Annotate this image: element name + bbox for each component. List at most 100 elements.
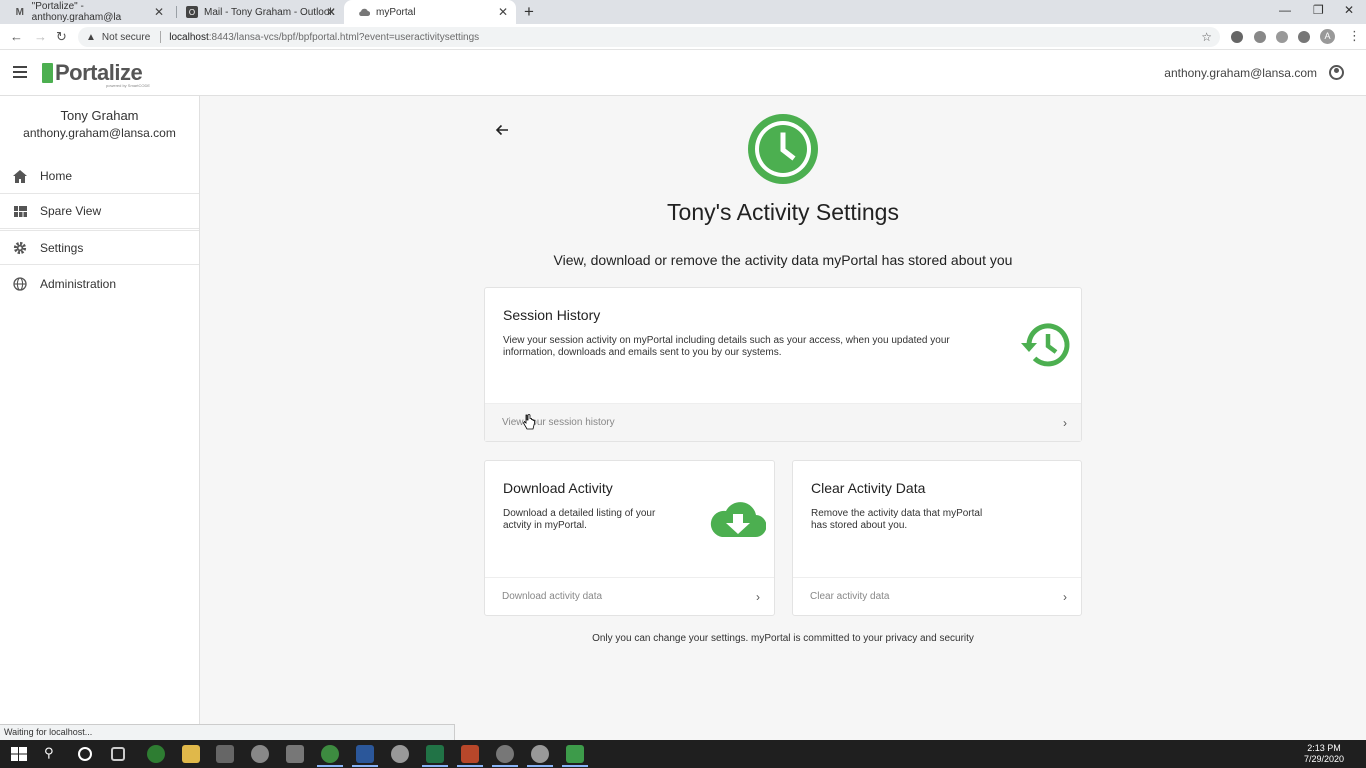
system-clock[interactable]: 2:13 PM 7/29/2020 bbox=[1304, 743, 1344, 765]
edge-icon[interactable] bbox=[147, 745, 165, 763]
header-user-email: anthony.graham@lansa.com bbox=[1164, 66, 1317, 80]
chevron-right-icon: › bbox=[756, 590, 760, 604]
chevron-right-icon: › bbox=[1063, 416, 1067, 430]
security-label: Not secure bbox=[101, 31, 151, 43]
gear-icon bbox=[12, 240, 28, 256]
sidebar-user-email: anthony.graham@lansa.com bbox=[23, 126, 176, 140]
extension-icon[interactable] bbox=[1231, 31, 1243, 43]
close-icon[interactable]: ✕ bbox=[326, 5, 336, 19]
word-icon[interactable] bbox=[352, 745, 378, 767]
status-bubble: Waiting for localhost... bbox=[0, 724, 455, 740]
app-header: Portalize powered by SmartCODE anthony.g… bbox=[0, 50, 1366, 96]
extension-icon[interactable] bbox=[1254, 31, 1266, 43]
download-activity-link[interactable]: Download activity data › bbox=[485, 577, 774, 615]
globe-icon bbox=[12, 276, 28, 292]
browser-toolbar: ← → ↻ ▲ Not secure localhost :8443/lansa… bbox=[0, 24, 1366, 50]
view-session-history-link[interactable]: View your session history › bbox=[485, 403, 1081, 441]
warning-icon: ▲ bbox=[86, 31, 96, 43]
app-icon[interactable] bbox=[391, 745, 409, 763]
card-description: Remove the activity data that myPortal h… bbox=[811, 508, 983, 531]
gmail-icon: M bbox=[15, 6, 24, 18]
window-close-button[interactable]: ✕ bbox=[1344, 3, 1354, 17]
chevron-right-icon: › bbox=[1063, 590, 1067, 604]
app-icon[interactable] bbox=[251, 745, 269, 763]
clear-activity-card: Clear Activity Data Remove the activity … bbox=[792, 460, 1082, 616]
logo-tagline: powered by SmartCODE bbox=[106, 83, 151, 88]
back-arrow-icon[interactable] bbox=[493, 121, 511, 139]
extension-icon[interactable] bbox=[1276, 31, 1288, 43]
store-icon[interactable] bbox=[216, 745, 234, 763]
sidebar-item-settings[interactable]: Settings bbox=[0, 230, 199, 265]
task-view-icon[interactable] bbox=[111, 747, 125, 761]
sidebar-item-label: Settings bbox=[40, 240, 84, 255]
card-description: Download a detailed listing of your actv… bbox=[503, 508, 656, 531]
close-icon[interactable]: ✕ bbox=[498, 5, 508, 19]
url-path: :8443/lansa-vcs/bpf/bpfportal.html?event… bbox=[208, 31, 480, 43]
clock-icon bbox=[747, 113, 819, 185]
app-icon[interactable] bbox=[527, 745, 553, 767]
minimize-button[interactable]: — bbox=[1279, 3, 1291, 17]
url-host: localhost bbox=[169, 31, 209, 43]
forward-icon[interactable]: → bbox=[34, 29, 47, 44]
card-action-label: Clear activity data bbox=[810, 591, 890, 602]
profile-avatar[interactable]: A bbox=[1320, 29, 1335, 44]
sidebar: Tony Graham anthony.graham@lansa.com Hom… bbox=[0, 96, 200, 740]
close-icon[interactable]: ✕ bbox=[154, 5, 164, 19]
chrome-icon[interactable] bbox=[317, 745, 343, 767]
cloud-download-icon bbox=[710, 499, 767, 544]
hamburger-menu-icon[interactable] bbox=[13, 66, 27, 78]
app-icon[interactable] bbox=[562, 745, 588, 767]
file-explorer-icon[interactable] bbox=[182, 745, 200, 763]
grid-view-icon bbox=[12, 203, 28, 219]
clear-activity-link[interactable]: Clear activity data › bbox=[793, 577, 1081, 615]
puzzle-icon[interactable] bbox=[1298, 31, 1310, 43]
address-bar[interactable]: ▲ Not secure localhost :8443/lansa-vcs/b… bbox=[78, 27, 1220, 47]
reload-icon[interactable]: ↻ bbox=[56, 29, 67, 45]
card-title: Clear Activity Data bbox=[811, 480, 926, 496]
sidebar-item-administration[interactable]: Administration bbox=[0, 266, 199, 301]
tab-myportal[interactable]: myPortal ✕ bbox=[344, 0, 516, 24]
app-icon[interactable] bbox=[492, 745, 518, 767]
download-activity-card: Download Activity Download a detailed li… bbox=[484, 460, 775, 616]
new-tab-button[interactable]: + bbox=[524, 2, 534, 22]
project-icon[interactable] bbox=[457, 745, 483, 767]
tab-label: myPortal bbox=[376, 6, 416, 18]
sidebar-item-label: Spare View bbox=[40, 204, 102, 218]
portalize-logo: Portalize powered by SmartCODE bbox=[42, 58, 150, 88]
restore-button[interactable]: ❐ bbox=[1313, 3, 1324, 17]
card-action-label: Download activity data bbox=[502, 591, 603, 602]
bookmark-star-icon[interactable]: ☆ bbox=[1201, 30, 1212, 44]
outlook-icon: O bbox=[186, 6, 198, 18]
tab-outlook[interactable]: O Mail - Tony Graham - Outlook ✕ bbox=[172, 0, 344, 24]
card-description: View your session activity on myPortal i… bbox=[503, 335, 950, 358]
card-title: Download Activity bbox=[503, 480, 613, 496]
search-icon[interactable]: ⚲ bbox=[44, 745, 62, 763]
page-title: Tony's Activity Settings bbox=[667, 199, 899, 225]
sidebar-item-label: Home bbox=[40, 169, 73, 183]
app-icon[interactable] bbox=[422, 745, 448, 767]
sidebar-item-label: Administration bbox=[40, 276, 117, 291]
account-circle-icon[interactable] bbox=[1329, 65, 1344, 80]
back-icon[interactable]: ← bbox=[10, 29, 23, 44]
calculator-icon[interactable] bbox=[286, 745, 304, 763]
session-history-card: Session History View your session activi… bbox=[484, 287, 1082, 442]
sidebar-item-spare-view[interactable]: Spare View bbox=[0, 194, 199, 229]
browser-tabstrip: M "Portalize" - anthony.graham@la ✕ O Ma… bbox=[0, 0, 1366, 24]
kebab-menu-icon[interactable]: ⋮ bbox=[1348, 28, 1361, 44]
tab-gmail[interactable]: M "Portalize" - anthony.graham@la ✕ bbox=[0, 0, 172, 24]
sidebar-user-name: Tony Graham bbox=[60, 108, 139, 123]
home-icon bbox=[12, 168, 28, 184]
cloud-icon bbox=[358, 6, 370, 18]
sidebar-item-home[interactable]: Home bbox=[0, 159, 199, 194]
history-icon bbox=[1020, 322, 1070, 373]
clock-date: 7/29/2020 bbox=[1303, 754, 1344, 764]
taskbar: ⚲ 2:13 PM 7/29/2020 bbox=[0, 740, 1366, 768]
tab-label: "Portalize" - anthony.graham@la bbox=[31, 1, 122, 23]
clock-time: 2:13 PM bbox=[1307, 743, 1341, 753]
windows-start-icon[interactable] bbox=[10, 745, 28, 763]
cortana-icon[interactable] bbox=[78, 747, 92, 761]
privacy-note: Only you can change your settings. myPor… bbox=[592, 633, 974, 644]
card-title: Session History bbox=[503, 307, 601, 323]
hand-cursor-icon bbox=[523, 414, 535, 433]
page-subtitle: View, download or remove the activity da… bbox=[553, 252, 1013, 268]
